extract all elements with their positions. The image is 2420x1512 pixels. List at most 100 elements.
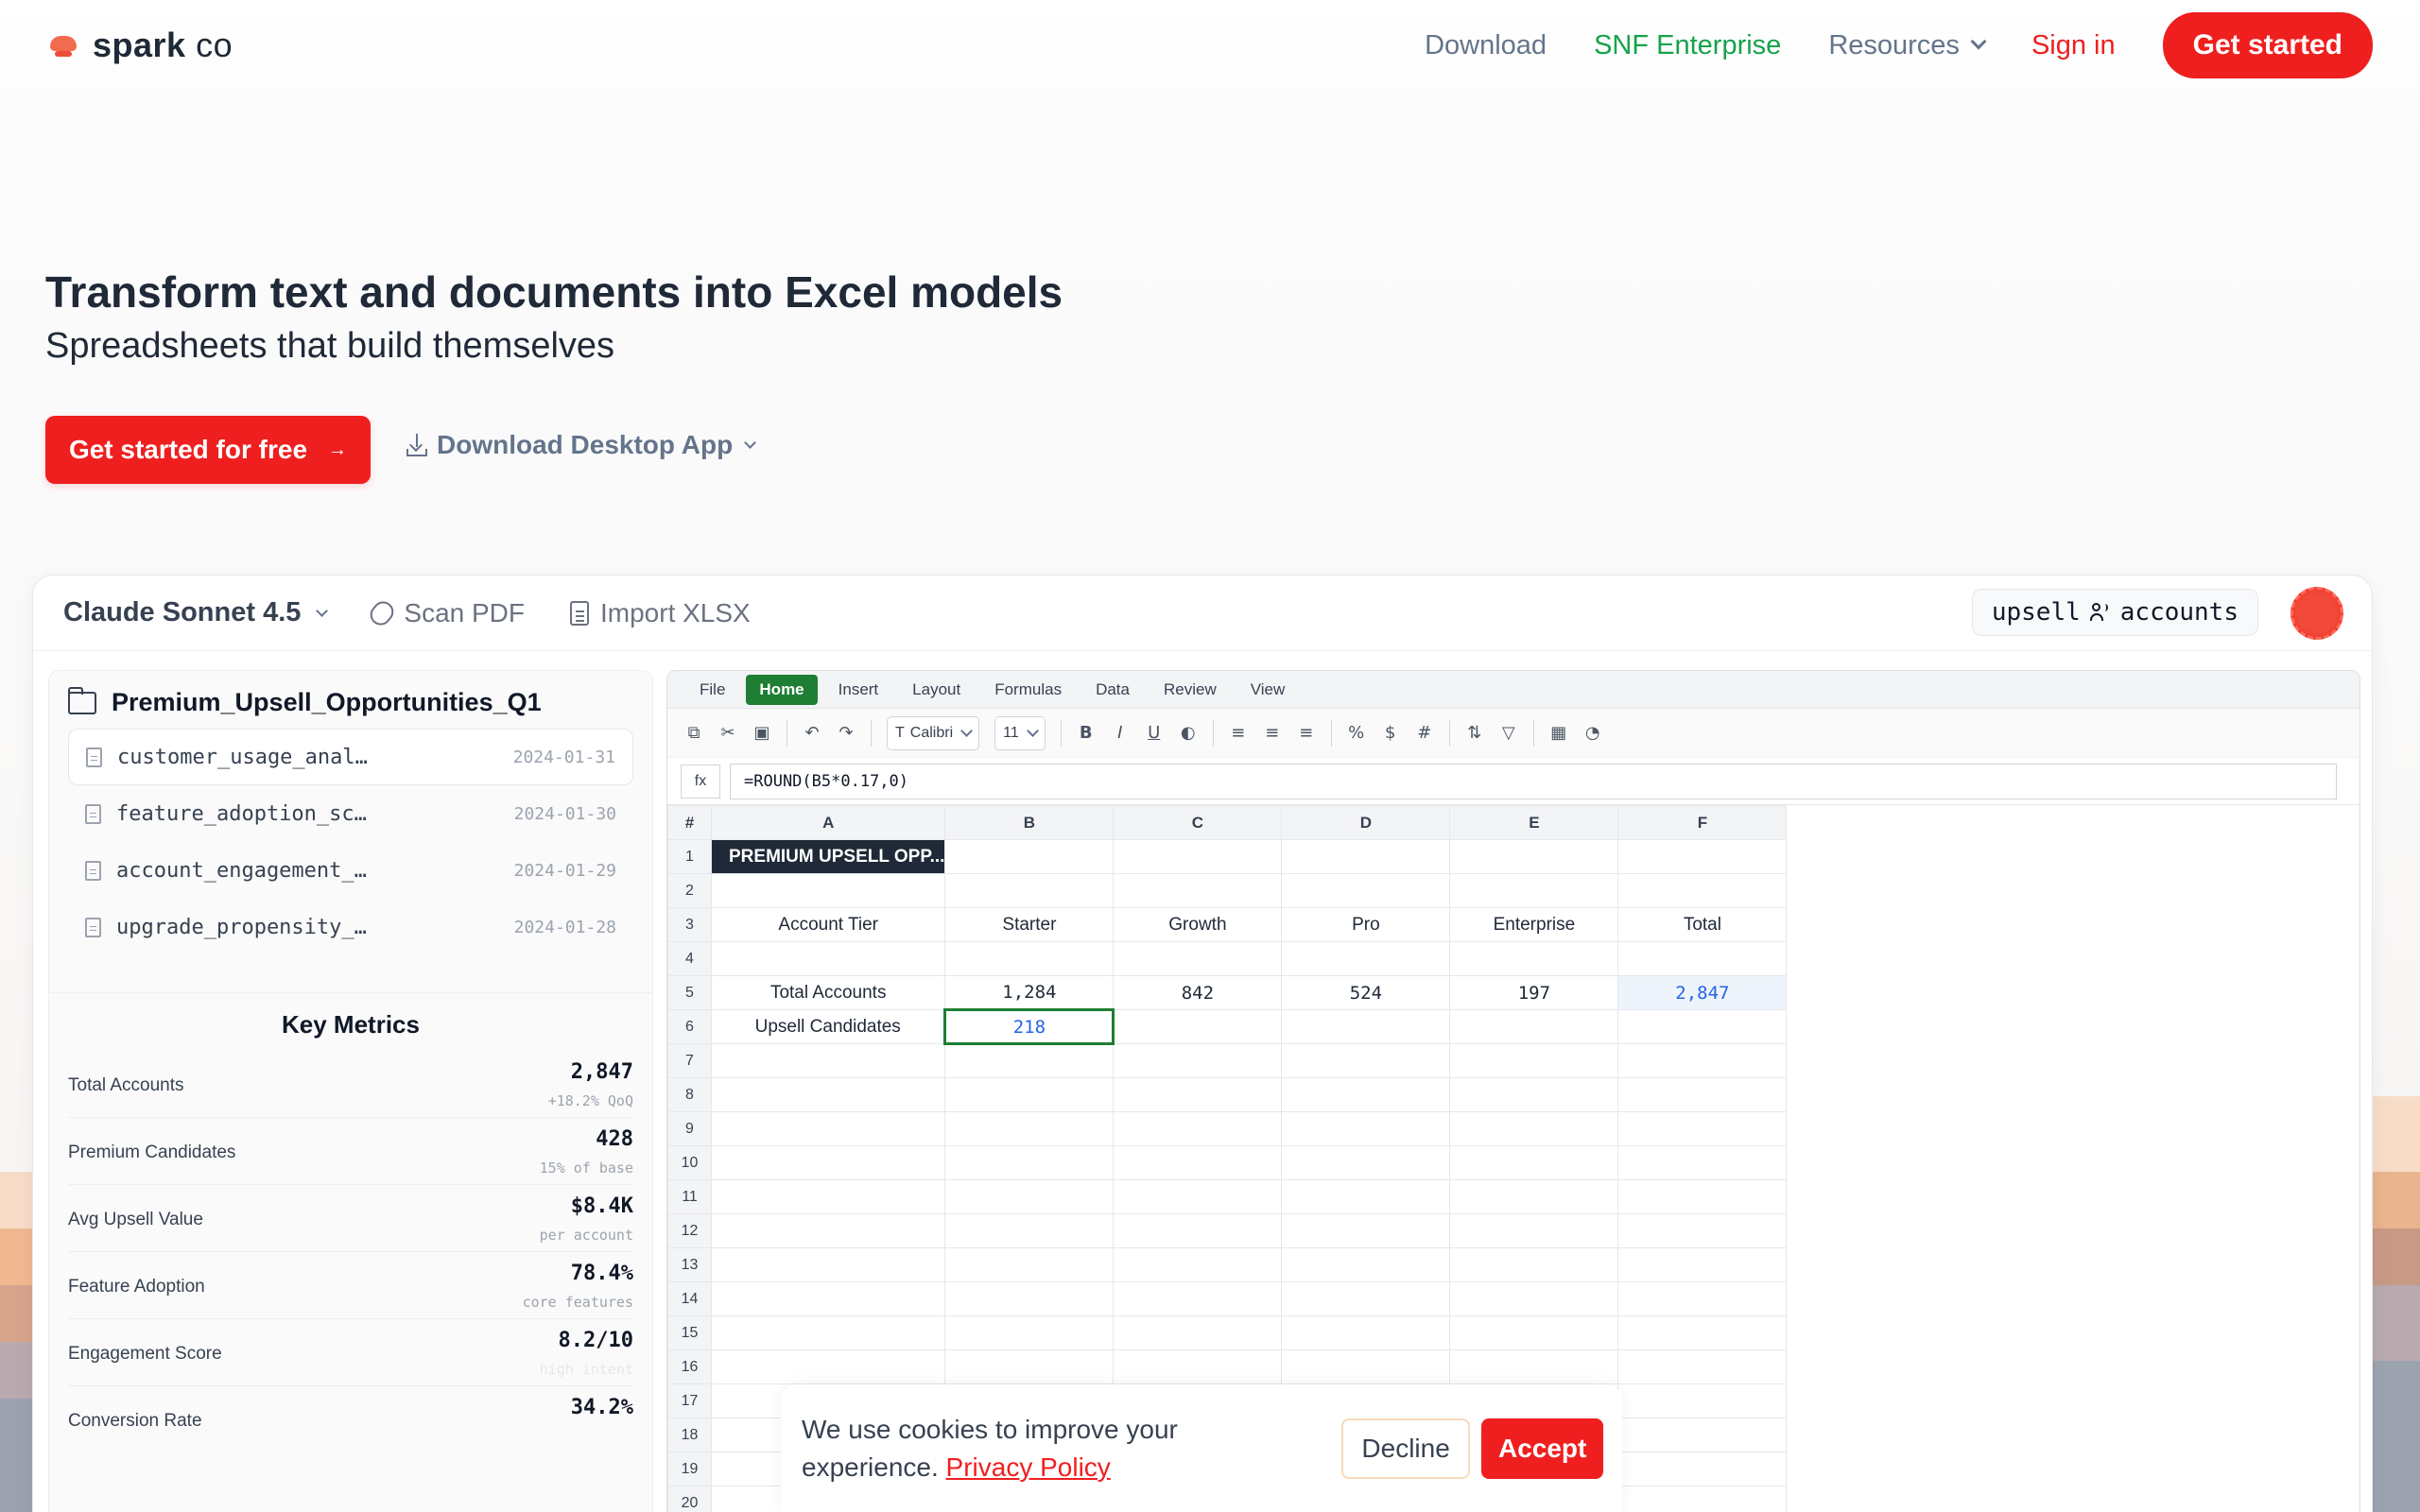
row-header[interactable]: 8 xyxy=(667,1077,712,1112)
italic-icon[interactable]: I xyxy=(1111,723,1130,743)
cell[interactable] xyxy=(1617,1213,1788,1248)
cell[interactable] xyxy=(1113,1213,1283,1248)
number-format-icon[interactable]: # xyxy=(1415,723,1434,743)
cell[interactable] xyxy=(1113,1247,1283,1282)
cell[interactable] xyxy=(1617,1009,1788,1044)
cell[interactable] xyxy=(944,941,1115,976)
cell[interactable] xyxy=(1113,839,1283,874)
cell[interactable]: 524 xyxy=(1281,975,1451,1010)
cell[interactable] xyxy=(944,1349,1115,1384)
filter-icon[interactable]: ▽ xyxy=(1499,723,1518,743)
cell[interactable] xyxy=(944,1281,1115,1316)
cell[interactable] xyxy=(1281,1145,1451,1180)
cell[interactable]: Pro xyxy=(1281,907,1451,942)
cell[interactable] xyxy=(1617,1145,1788,1180)
redo-icon[interactable]: ↷ xyxy=(837,723,856,743)
sort-icon[interactable]: ⇅ xyxy=(1465,723,1484,743)
cell[interactable] xyxy=(944,1315,1115,1350)
cell[interactable] xyxy=(1113,1009,1283,1044)
cell[interactable] xyxy=(1617,1452,1788,1486)
import-xlsx-button[interactable]: Import XLSX xyxy=(570,598,751,628)
record-button[interactable] xyxy=(2290,587,2343,640)
cell[interactable]: Total xyxy=(1617,907,1788,942)
column-header[interactable]: F xyxy=(1617,805,1788,840)
nav-resources-menu[interactable]: Resources xyxy=(1828,30,1987,61)
cell[interactable] xyxy=(1113,1315,1283,1350)
font-size-select[interactable]: 11 xyxy=(994,715,1046,750)
cell[interactable] xyxy=(1617,1418,1788,1452)
cell[interactable] xyxy=(1617,1281,1788,1316)
column-header[interactable]: E xyxy=(1449,805,1619,840)
bold-icon[interactable]: B xyxy=(1077,723,1096,743)
cell[interactable] xyxy=(1449,1111,1619,1146)
file-item[interactable]: customer_usage_anal… 2024-01-31 xyxy=(68,729,633,785)
model-selector[interactable]: Claude Sonnet 4.5 xyxy=(63,597,329,628)
cell[interactable]: Upsell Candidates xyxy=(710,1009,946,1044)
row-header[interactable]: 1 xyxy=(667,839,712,874)
cell[interactable] xyxy=(1281,941,1451,976)
title-cell[interactable]: PREMIUM UPSELL OPP... xyxy=(710,839,946,874)
column-header[interactable]: D xyxy=(1281,805,1451,840)
total-cell[interactable]: 2,847 xyxy=(1617,975,1788,1010)
tab-insert[interactable]: Insert xyxy=(825,675,892,705)
row-header[interactable]: 19 xyxy=(667,1452,712,1486)
font-family-select[interactable]: T Calibri xyxy=(887,715,980,750)
cell[interactable] xyxy=(1281,1179,1451,1214)
cell[interactable] xyxy=(1113,1179,1283,1214)
cell[interactable] xyxy=(1281,1213,1451,1248)
cell[interactable] xyxy=(1449,873,1619,908)
cell[interactable] xyxy=(944,873,1115,908)
tab-data[interactable]: Data xyxy=(1082,675,1143,705)
copy-icon[interactable]: ⧉ xyxy=(684,723,703,743)
cell[interactable] xyxy=(1617,1486,1788,1512)
cell[interactable] xyxy=(1449,839,1619,874)
percent-icon[interactable]: % xyxy=(1347,723,1366,743)
cell[interactable] xyxy=(710,1077,946,1112)
cell[interactable] xyxy=(710,1315,946,1350)
cell[interactable]: Starter xyxy=(944,907,1115,942)
decline-button[interactable]: Decline xyxy=(1340,1418,1471,1479)
cell[interactable] xyxy=(1281,1111,1451,1146)
cell[interactable]: Account Tier xyxy=(710,907,946,942)
cell[interactable]: Growth xyxy=(1113,907,1283,942)
scan-pdf-button[interactable]: Scan PDF xyxy=(366,596,525,629)
cell[interactable] xyxy=(1617,1043,1788,1078)
row-header[interactable]: 5 xyxy=(667,975,712,1010)
row-header[interactable]: 12 xyxy=(667,1213,712,1248)
cell[interactable] xyxy=(944,1077,1115,1112)
cell[interactable] xyxy=(710,1145,946,1180)
cell[interactable] xyxy=(1281,1247,1451,1282)
nav-signin-link[interactable]: Sign in xyxy=(2031,30,2116,61)
cut-icon[interactable]: ✂ xyxy=(718,723,737,743)
privacy-policy-link[interactable]: Privacy Policy xyxy=(946,1452,1111,1482)
row-header[interactable]: 4 xyxy=(667,941,712,976)
row-header[interactable]: 2 xyxy=(667,873,712,908)
underline-icon[interactable]: U xyxy=(1145,723,1164,743)
get-started-button[interactable]: Get started xyxy=(2162,12,2373,78)
cell[interactable] xyxy=(710,1179,946,1214)
cell[interactable] xyxy=(1617,839,1788,874)
cell[interactable] xyxy=(944,839,1115,874)
undo-icon[interactable]: ↶ xyxy=(803,723,821,743)
cell[interactable] xyxy=(1281,1077,1451,1112)
file-item[interactable]: account_engagement_… 2024-01-29 xyxy=(68,842,633,899)
chart-icon[interactable]: ◔ xyxy=(1583,723,1602,743)
cell[interactable] xyxy=(1449,1179,1619,1214)
palette-icon[interactable]: ◐ xyxy=(1179,723,1198,743)
cell[interactable] xyxy=(1617,1077,1788,1112)
download-desktop-app-button[interactable]: Download Desktop App xyxy=(406,430,757,460)
align-center-icon[interactable]: ≡ xyxy=(1263,723,1282,743)
get-started-free-button[interactable]: Get started for free → xyxy=(45,416,371,484)
cell[interactable] xyxy=(710,1213,946,1248)
cell[interactable] xyxy=(1449,1145,1619,1180)
cell[interactable] xyxy=(1449,1213,1619,1248)
align-right-icon[interactable]: ≡ xyxy=(1297,723,1316,743)
cell[interactable] xyxy=(1617,941,1788,976)
cell[interactable] xyxy=(1281,1281,1451,1316)
cell[interactable] xyxy=(1113,1043,1283,1078)
cell[interactable] xyxy=(1449,1349,1619,1384)
cell[interactable]: 197 xyxy=(1449,975,1619,1010)
cell[interactable] xyxy=(1617,1383,1788,1418)
nav-enterprise-link[interactable]: SNF Enterprise xyxy=(1594,30,1781,61)
nav-download-link[interactable]: Download xyxy=(1425,30,1547,61)
